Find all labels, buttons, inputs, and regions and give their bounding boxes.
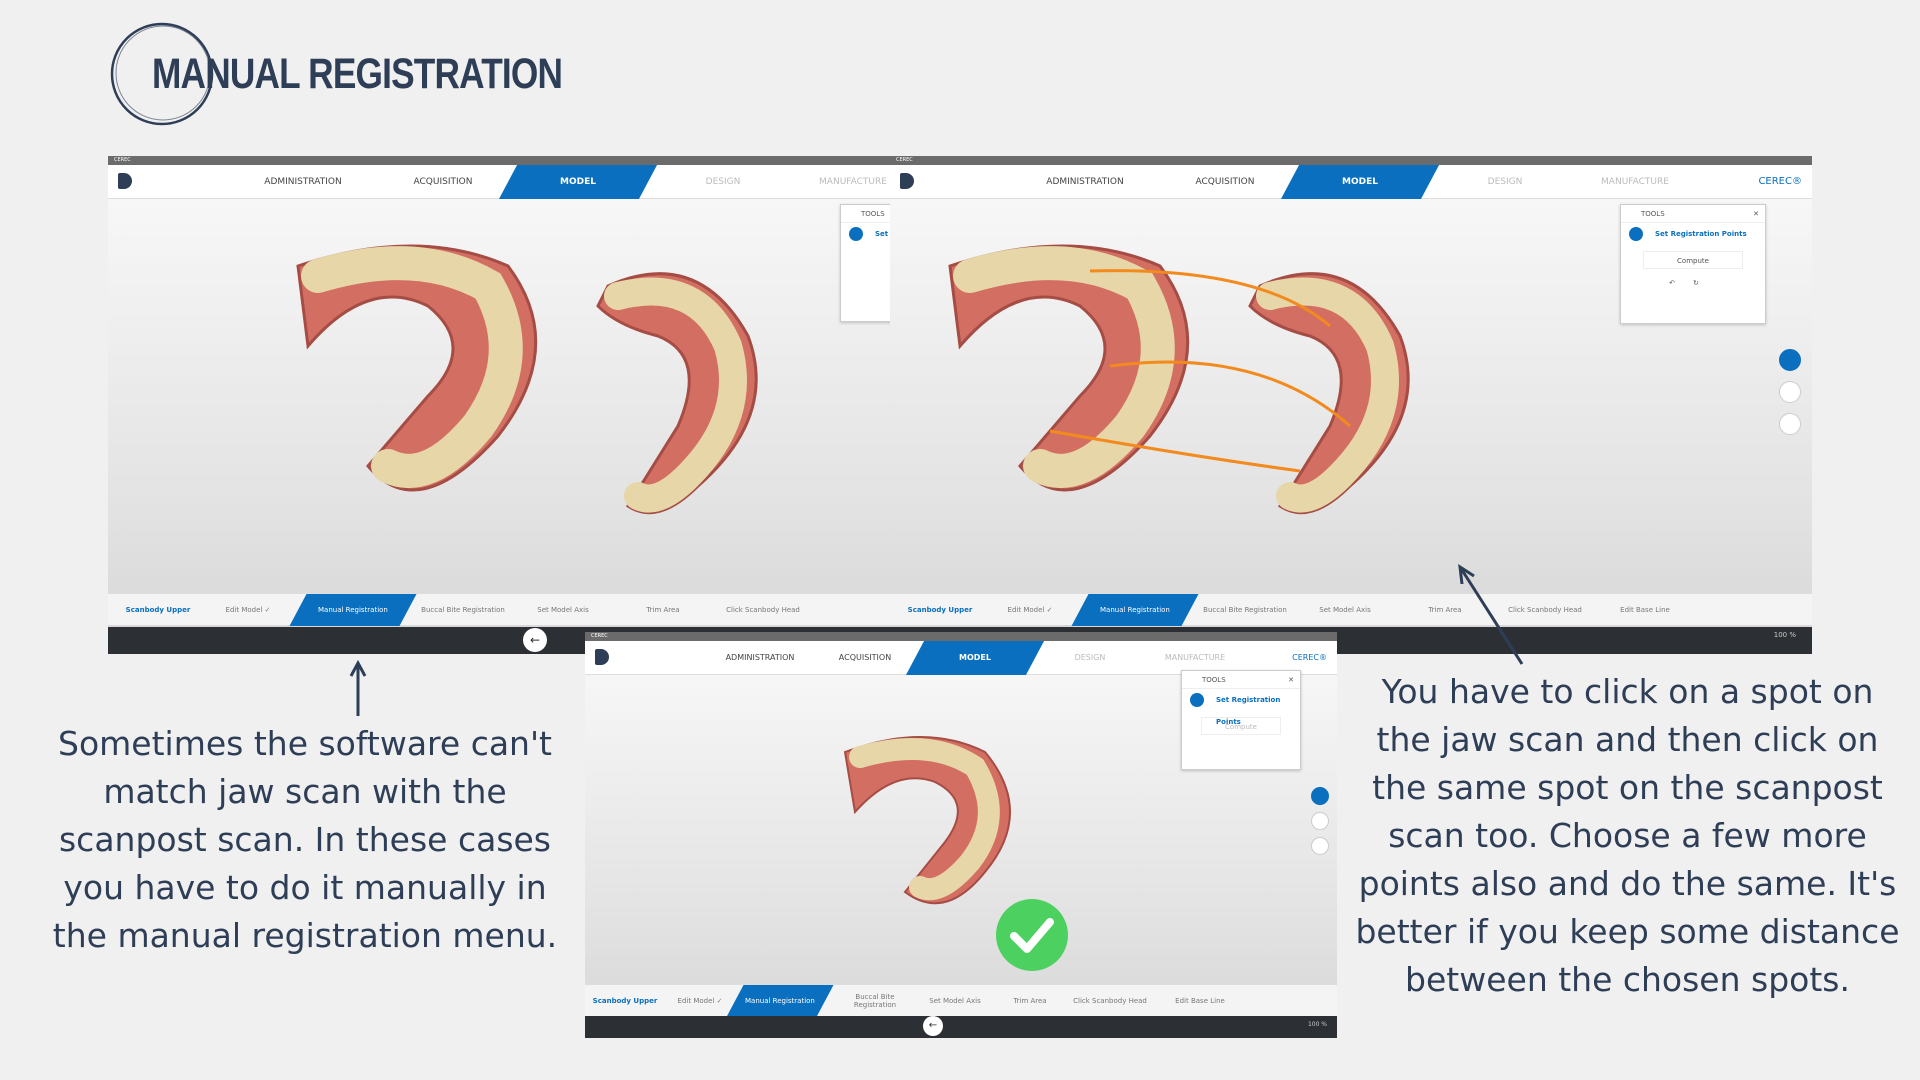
caption-right: You have to click on a spot on the jaw s…: [1355, 672, 1900, 999]
caption-left: Sometimes the software can't match jaw s…: [52, 724, 558, 955]
right-arrow-icon: [1458, 564, 1524, 665]
left-arrow-icon: [349, 659, 367, 716]
